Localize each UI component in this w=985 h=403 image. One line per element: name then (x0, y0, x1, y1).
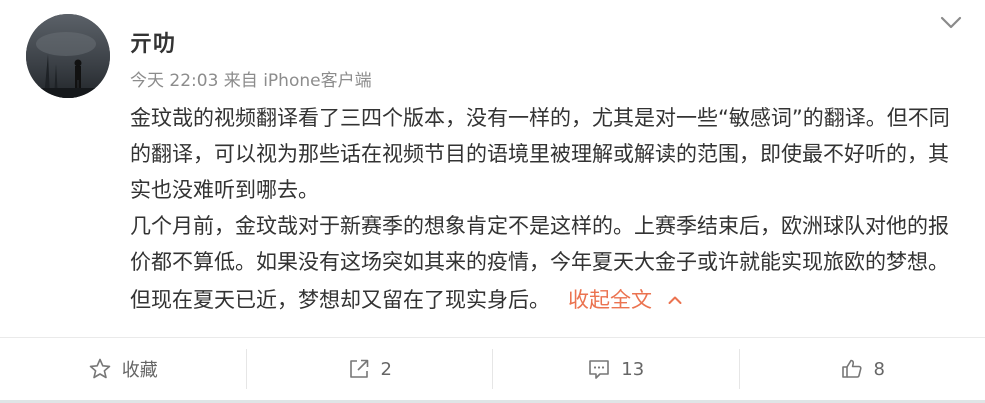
favorite-label: 收藏 (121, 360, 158, 381)
star-icon (88, 357, 112, 381)
chevron-up-icon (668, 280, 682, 316)
collapse-full-text-link[interactable]: 收起全文 (568, 288, 682, 312)
like-count: 8 (873, 358, 885, 380)
post-paragraph: 几个月前，金玟哉对于新赛季的想象肯定不是这样的。上赛季结束后，欧洲球队对他的报价… (130, 208, 960, 318)
post-paragraph-text: 几个月前，金玟哉对于新赛季的想象肯定不是这样的。上赛季结束后，欧洲球队对他的报价… (130, 214, 949, 312)
collapse-label: 收起全文 (568, 288, 652, 312)
weibo-post-card: 亓叻 今天 22:03 来自 iPhone客户端 金玟哉的视频翻译看了三四个版本… (0, 0, 985, 403)
post-paragraph: 金玟哉的视频翻译看了三四个版本，没有一样的，尤其是对一些“敏感词”的翻译。但不同… (130, 106, 950, 202)
like-button[interactable]: 8 (740, 338, 985, 400)
comment-icon (587, 357, 611, 381)
repost-button[interactable]: 2 (247, 338, 493, 400)
share-icon (347, 357, 371, 381)
post-meta: 今天 22:03 来自 iPhone客户端 (130, 71, 372, 91)
repost-count: 2 (380, 358, 392, 380)
post-content: 金玟哉的视频翻译看了三四个版本，没有一样的，尤其是对一些“敏感词”的翻译。但不同… (130, 100, 960, 318)
avatar-image (26, 14, 110, 98)
chevron-down-icon[interactable] (936, 12, 966, 34)
avatar[interactable] (26, 14, 110, 98)
username[interactable]: 亓叻 (130, 26, 176, 58)
thumbs-up-icon (840, 357, 864, 381)
comment-count: 13 (621, 358, 645, 380)
comment-button[interactable]: 13 (493, 338, 739, 400)
favorite-button[interactable]: 收藏 (0, 338, 246, 400)
action-bar: 收藏 2 13 8 (0, 338, 985, 400)
